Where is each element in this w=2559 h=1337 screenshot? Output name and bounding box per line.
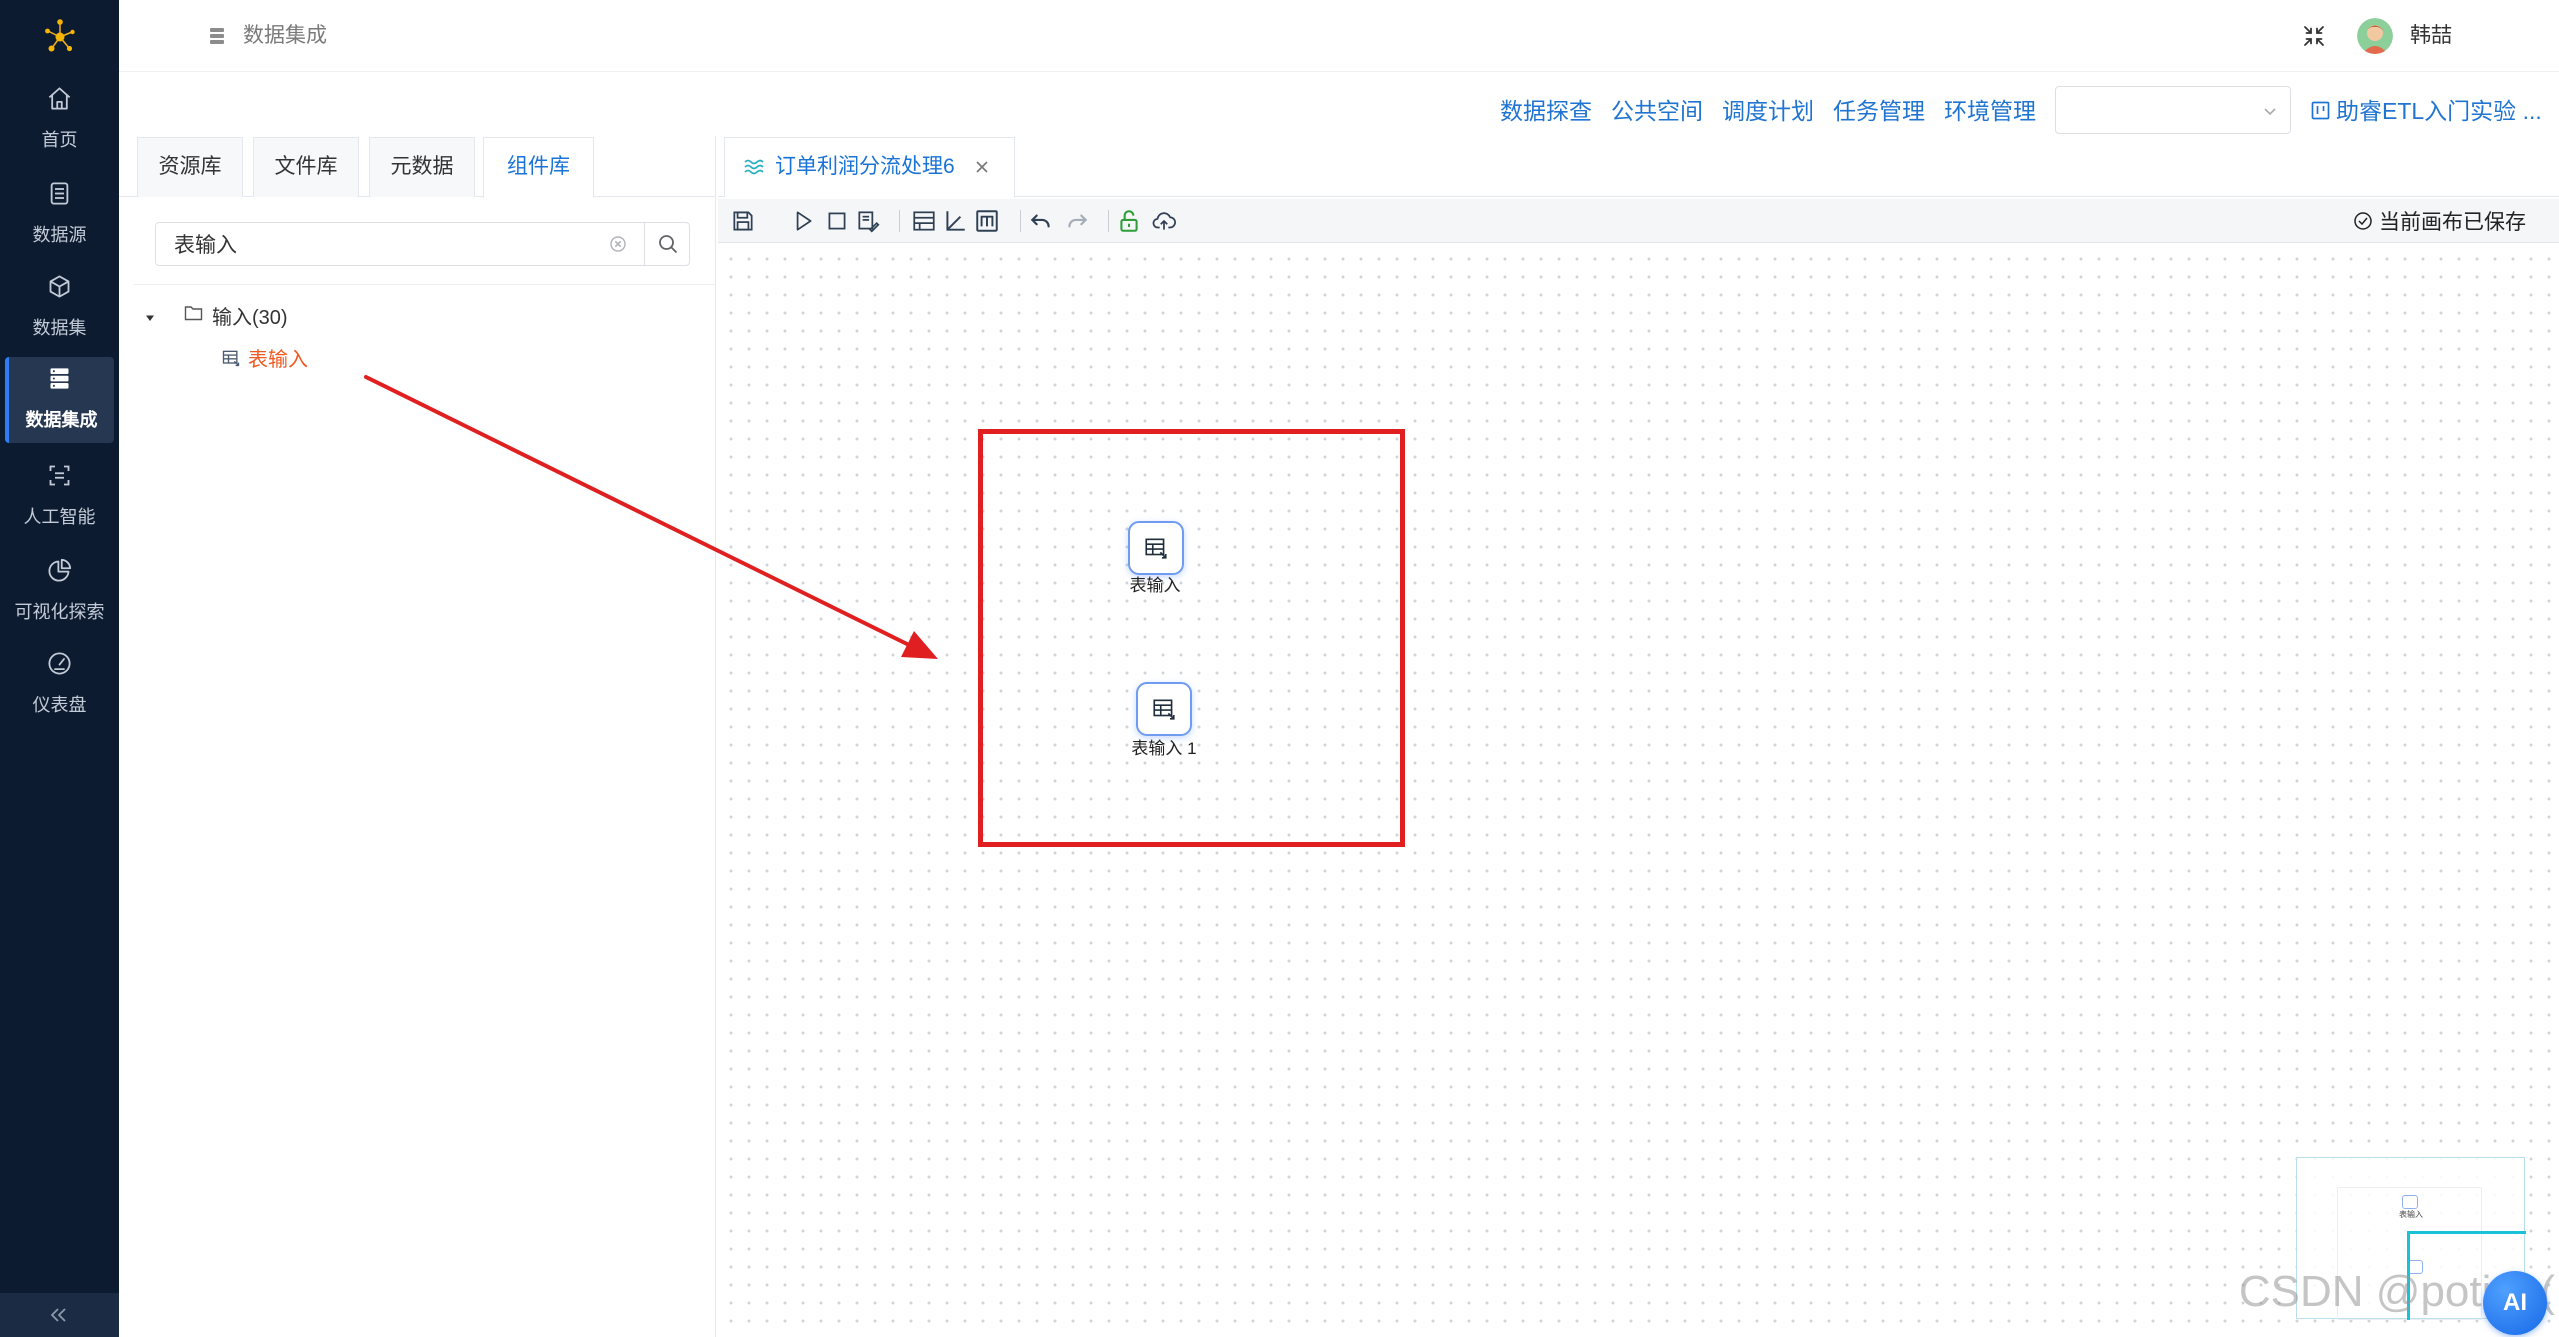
unlock-icon[interactable] [1116,208,1142,234]
tab-metadata[interactable]: 元数据 [369,137,475,197]
guide-link[interactable]: 助睿ETL入门实验 ... [2336,92,2542,130]
nav-link-environment[interactable]: 环境管理 [1944,92,2036,130]
tree-folder-input[interactable]: 输入(30) [212,307,288,329]
sidebar-item-label: 仪表盘 [32,695,87,715]
breadcrumb: 数据集成 [243,24,327,47]
caret-down-icon[interactable] [144,312,156,324]
tab-resource-library[interactable]: 资源库 [137,137,243,197]
toolbar-separator [1020,210,1021,232]
minimap-node [2402,1195,2418,1209]
ai-scan-icon [46,462,73,489]
component-search-input[interactable] [155,222,645,266]
nav-links: 数据探查 公共空间 调度计划 任务管理 环境管理 [1500,92,2036,130]
toolbar-separator [899,210,900,232]
sidebar-item-home[interactable]: 首页 [0,77,119,163]
pie-chart-icon [46,557,73,584]
cloud-upload-icon[interactable] [1151,208,1177,234]
table-input-icon [1145,538,1167,559]
sidebar-item-label: 人工智能 [23,507,96,527]
sidebar-item-label: 可视化探索 [14,602,105,622]
canvas-tabbar: 订单利润分流处理6 [718,137,2559,198]
sidebar-item-visual-explore[interactable]: 可视化探索 [0,549,119,635]
datasource-icon [46,180,73,207]
sidebar-item-ai[interactable]: 人工智能 [0,454,119,540]
canvas-toolbar: 当前画布已保存 [718,199,2559,243]
gauge-icon [46,650,73,677]
sidebar: 首页 数据源 数据集 数据集成 人工智能 可视化探索 仪表盘 [0,0,119,1337]
tab-file-library[interactable]: 文件库 [253,137,359,197]
sidebar-item-label: 数据集 [32,318,87,338]
home-icon [46,85,73,112]
double-chevron-left-icon [50,1308,66,1322]
nav-link-tasks[interactable]: 任务管理 [1833,92,1925,130]
search-icon [659,235,678,254]
flow-node-label: 表输入 1 [1131,739,1197,758]
align-icon[interactable] [942,208,968,234]
top-nav: 数据探查 公共空间 调度计划 任务管理 环境管理 助睿ETL入门实验 ... [119,72,2559,136]
save-icon[interactable] [730,208,756,234]
sidebar-item-dataset[interactable]: 数据集 [0,265,119,351]
sidebar-collapse-button[interactable] [0,1293,119,1337]
check-circle-icon [2354,212,2372,230]
sidebar-item-data-integration[interactable]: 数据集成 [5,357,114,443]
stack-icon [209,26,225,46]
avatar[interactable] [2357,18,2393,54]
search-button[interactable] [644,222,690,266]
close-icon[interactable] [970,155,994,179]
sidebar-item-label: 数据源 [32,225,87,245]
canvas-tab-title: 订单利润分流处理6 [775,155,955,178]
grid-m-icon[interactable] [974,208,1000,234]
sidebar-item-dashboard[interactable]: 仪表盘 [0,642,119,728]
sidebar-item-label: 首页 [41,130,78,150]
flow-node-label: 表输入 [1129,576,1181,595]
top-header: 数据集成 韩喆 [119,0,2559,72]
nav-link-schedule[interactable]: 调度计划 [1722,92,1814,130]
clear-circle-icon[interactable] [609,235,627,253]
nav-link-public-space[interactable]: 公共空间 [1611,92,1703,130]
molecule-logo-icon[interactable] [40,16,80,56]
debug-icon[interactable] [855,208,881,234]
folder-icon [184,304,203,322]
save-status: 当前画布已保存 [2353,199,2526,243]
divider [134,284,715,285]
component-panel: 资源库 文件库 元数据 组件库 输入(30) 表输入 [119,136,716,1337]
environment-select[interactable] [2055,86,2291,134]
sidebar-item-label: 数据集成 [25,410,98,430]
layout-icon[interactable] [911,208,937,234]
save-status-text: 当前画布已保存 [2379,211,2526,234]
ai-assistant-button[interactable]: AI [2483,1271,2547,1335]
table-input-icon [1153,699,1175,720]
sidebar-item-datasource[interactable]: 数据源 [0,172,119,258]
toolbar-separator [1108,210,1109,232]
run-icon[interactable] [790,208,816,234]
cube-icon [46,273,73,300]
flow-node-table-input-1[interactable] [1136,682,1192,736]
flow-node-table-input[interactable] [1128,521,1184,575]
flow-canvas[interactable]: 表输入 表输入 1 [718,244,2559,1337]
exit-fullscreen-icon[interactable] [2302,24,2326,48]
chevron-down-icon [2264,108,2276,116]
user-name[interactable]: 韩喆 [2410,0,2452,72]
flow-wave-icon [743,155,767,179]
stop-icon[interactable] [824,208,850,234]
tab-flow-order-profit[interactable]: 订单利润分流处理6 [724,137,1015,198]
tree-item-table-input[interactable]: 表输入 [248,349,308,371]
canvas-panel: 订单利润分流处理6 当前画布已保存 表输入 表输入 1 [718,136,2559,1337]
minimap-node-label: 表输入 [2399,1210,2423,1219]
data-integration-icon [46,365,73,392]
undo-icon[interactable] [1028,208,1054,234]
table-input-icon [221,348,241,368]
tab-component-library[interactable]: 组件库 [483,137,594,198]
redo-icon[interactable] [1064,208,1090,234]
board-icon [2311,101,2330,120]
nav-link-data-explore[interactable]: 数据探查 [1500,92,1592,130]
